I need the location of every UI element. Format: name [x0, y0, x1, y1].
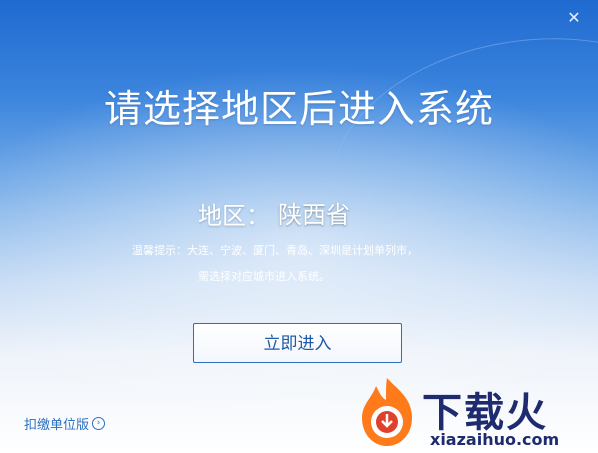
watermark: 下载火 xiazaihuo.com — [356, 372, 598, 453]
flame-logo-icon — [362, 378, 412, 446]
tip-line-2: 需选择对应城市进入系统。 — [198, 270, 330, 283]
region-dropdown[interactable]: 陕西省 — [276, 195, 352, 231]
withholding-unit-label: 扣缴单位版 — [24, 418, 90, 433]
withholding-unit-link[interactable]: 扣缴单位版 › — [24, 414, 106, 433]
login-region-window: ✕ 请选择地区后进入系统 地区： 陕西省 温馨提示：大连、宁波、厦门、青岛、深圳… — [0, 0, 598, 453]
page-title: 请选择地区后进入系统 — [103, 87, 494, 131]
tip-text: 温馨提示：大连、宁波、厦门、青岛、深圳是计划单列市， 需选择对应城市进入系统。 — [132, 238, 492, 290]
enter-button[interactable]: 立即进入 — [193, 323, 402, 363]
close-icon[interactable]: ✕ — [566, 10, 582, 26]
region-selector: 地区： 陕西省 — [198, 196, 352, 230]
tip-line-1: 温馨提示：大连、宁波、厦门、青岛、深圳是计划单列市， — [132, 244, 418, 257]
region-label: 地区： — [198, 201, 270, 230]
watermark-site: xiazaihuo.com — [430, 430, 560, 449]
chevron-right-icon: › — [92, 417, 106, 430]
